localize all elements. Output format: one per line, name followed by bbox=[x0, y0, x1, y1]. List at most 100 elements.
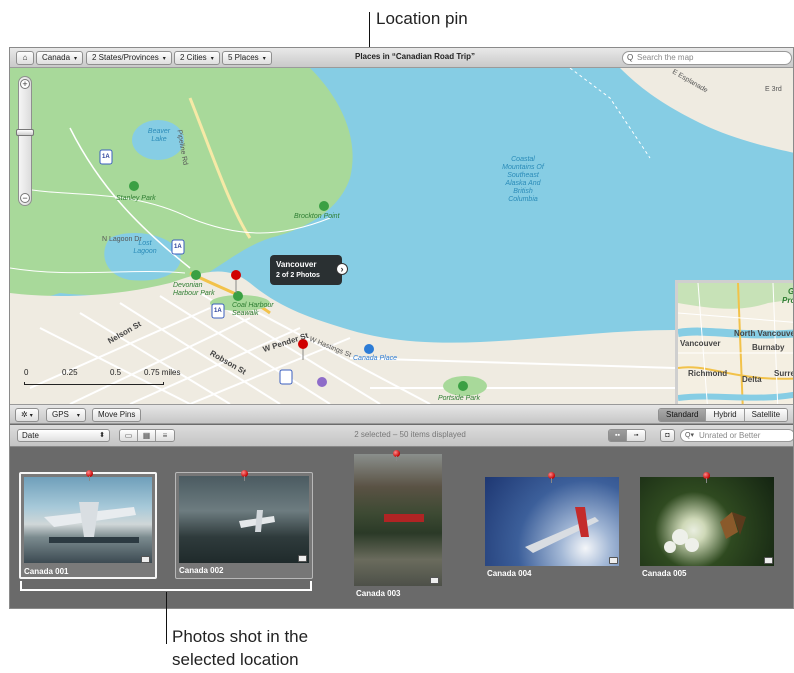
map-type-satellite[interactable]: Satellite bbox=[744, 409, 788, 421]
photo-name: Canada 005 bbox=[642, 569, 687, 578]
map-label-beaver-lake: Beaver Lake bbox=[147, 128, 171, 143]
plane-shape bbox=[239, 510, 275, 532]
small-thumbs-icon[interactable]: ▫▪ bbox=[627, 430, 645, 441]
metadata-badge-icon bbox=[609, 557, 618, 564]
location-pin-icon bbox=[86, 470, 93, 481]
crumb-states[interactable]: 2 States/Provinces ▾ bbox=[86, 51, 172, 65]
filter-placeholder: Unrated or Better bbox=[699, 431, 761, 440]
thumb-size-buttons: ▪▪ ▫▪ bbox=[608, 429, 646, 442]
inset-label-burnaby: Burnaby bbox=[752, 343, 785, 352]
scale-label: 0.75 miles bbox=[144, 368, 181, 377]
zoom-slider[interactable]: + − bbox=[16, 76, 34, 206]
map-view[interactable]: + − Beaver Lake Stanley Park Brockton Po… bbox=[10, 68, 794, 404]
crumb-label: Canada bbox=[42, 53, 71, 62]
butterfly-shape bbox=[664, 512, 746, 553]
search-icon: Q bbox=[627, 53, 634, 62]
photo-image bbox=[179, 476, 309, 563]
scale-bar bbox=[24, 382, 164, 385]
filmstrip-view-icon[interactable]: ▭ bbox=[120, 430, 138, 441]
crumb-cities[interactable]: 2 Cities ▾ bbox=[174, 51, 220, 65]
highway-shield-label: 1A bbox=[102, 154, 110, 160]
search-icon: Q▾ bbox=[685, 432, 694, 439]
map-controls-bar: ✲ ▾ GPS ▾ Move Pins Standard Hybrid Satell… bbox=[10, 404, 793, 424]
photos-callout-line2: selected location bbox=[172, 650, 299, 669]
rating-filter-field[interactable]: Q▾ Unrated or Better bbox=[680, 429, 793, 442]
inset-label-vancouver: Vancouver bbox=[680, 339, 721, 348]
photo-thumbnail[interactable]: Canada 001 bbox=[19, 472, 157, 579]
scale-label: 0.25 bbox=[62, 368, 78, 377]
list-view-icon[interactable]: ≡ bbox=[156, 430, 174, 441]
map-label-canada-place: Canada Place bbox=[353, 355, 397, 362]
filter-icon: ◘ bbox=[665, 432, 670, 439]
scale-label: 0.5 bbox=[110, 368, 122, 377]
chevron-down-icon: ▾ bbox=[76, 413, 80, 419]
highway-shield-label: 1A bbox=[214, 308, 222, 314]
sort-value: Date bbox=[22, 431, 39, 440]
crumb-label: 2 States/Provinces bbox=[92, 53, 159, 62]
north-shore-area bbox=[620, 68, 793, 153]
places-toolbar: ⌂ Canada ▾ 2 States/Provinces ▾ 2 Cities ▾ … bbox=[10, 48, 793, 68]
map-type-standard[interactable]: Standard bbox=[659, 409, 707, 421]
disclosure-arrow-icon[interactable]: › bbox=[336, 263, 348, 275]
filter-hud-button[interactable]: ◘ bbox=[660, 429, 675, 442]
action-menu-button[interactable]: ✲ ▾ bbox=[15, 408, 39, 422]
map-scale: 0 0.25 0.5 0.75 miles bbox=[24, 365, 184, 395]
photo-image bbox=[485, 477, 619, 566]
chevron-down-icon: ▾ bbox=[210, 56, 214, 62]
updown-arrow-icon: ⬍ bbox=[99, 432, 105, 439]
photo-thumbnail[interactable]: Canada 004 bbox=[485, 474, 621, 584]
crumb-places[interactable]: 5 Places ▾ bbox=[222, 51, 272, 65]
metadata-badge-icon bbox=[430, 577, 439, 584]
crumb-label: 2 Cities bbox=[180, 53, 207, 62]
location-callout[interactable]: Vancouver 2 of 2 Photos › bbox=[270, 255, 348, 285]
move-pins-button[interactable]: Move Pins bbox=[92, 408, 142, 422]
location-pin-callout: Location pin bbox=[376, 9, 468, 28]
map-pin bbox=[231, 270, 241, 280]
gear-icon: ✲ bbox=[21, 410, 28, 419]
location-pin-icon bbox=[393, 450, 400, 461]
zoom-out-button[interactable]: − bbox=[20, 193, 30, 203]
highway-shield-label: 1A bbox=[174, 244, 182, 250]
metadata-badge-icon bbox=[298, 555, 307, 562]
inset-label-richmond: Richmond bbox=[688, 369, 728, 378]
photo-image bbox=[354, 454, 442, 586]
chevron-down-icon: ▾ bbox=[262, 56, 266, 62]
crumb-country[interactable]: Canada ▾ bbox=[36, 51, 84, 65]
map-label-brockton-point: Brockton Point bbox=[294, 213, 340, 220]
photo-name: Canada 001 bbox=[24, 567, 69, 576]
jet-shape bbox=[525, 507, 599, 553]
map-label-coal-harbour: Coal Harbour Seawalk bbox=[232, 302, 274, 317]
inset-label-surrey: Surrey bbox=[774, 369, 793, 378]
overview-inset-map[interactable]: North Vancouver Vancouver Burnaby Richmo… bbox=[675, 280, 794, 404]
zoom-thumb[interactable] bbox=[16, 129, 34, 136]
photo-name: Canada 004 bbox=[487, 569, 532, 578]
zoom-in-button[interactable]: + bbox=[20, 79, 30, 89]
places-window: ⌂ Canada ▾ 2 States/Provinces ▾ 2 Cities ▾ … bbox=[9, 47, 794, 609]
photo-thumbnail[interactable]: Canada 003 bbox=[354, 454, 444, 604]
photo-image bbox=[24, 477, 152, 563]
home-button[interactable]: ⌂ bbox=[16, 51, 34, 65]
chevron-down-icon: ▾ bbox=[162, 56, 166, 62]
location-pin-icon bbox=[241, 470, 248, 481]
callout-line bbox=[166, 592, 167, 644]
scale-label: 0 bbox=[24, 368, 29, 377]
location-pin-icon bbox=[548, 472, 555, 483]
map-label-e-3rd: E 3rd bbox=[765, 86, 782, 93]
photo-name: Canada 003 bbox=[356, 589, 401, 598]
photos-callout-line1: Photos shot in the bbox=[172, 627, 309, 646]
grid-view-icon[interactable]: ▦ bbox=[138, 430, 156, 441]
map-type-hybrid[interactable]: Hybrid bbox=[706, 409, 745, 421]
photo-thumbnail[interactable]: Canada 002 bbox=[175, 472, 313, 579]
callout-subtitle: 2 of 2 Photos bbox=[276, 272, 320, 279]
map-search-input[interactable]: Q Search the map bbox=[622, 51, 792, 65]
map-label-stanley-park: Stanley Park bbox=[116, 195, 156, 202]
photo-thumbnail[interactable]: Canada 005 bbox=[640, 474, 776, 584]
photo-image bbox=[640, 477, 774, 566]
location-pin-icon bbox=[703, 472, 710, 483]
large-thumbs-icon[interactable]: ▪▪ bbox=[609, 430, 627, 441]
inset-label-g: G bbox=[788, 287, 794, 296]
sort-select[interactable]: Date ⬍ bbox=[17, 429, 110, 442]
gps-button[interactable]: GPS ▾ bbox=[46, 408, 86, 422]
chevron-down-icon: ▾ bbox=[74, 56, 78, 62]
map-label-devonian: Devonian Harbour Park bbox=[173, 282, 215, 297]
